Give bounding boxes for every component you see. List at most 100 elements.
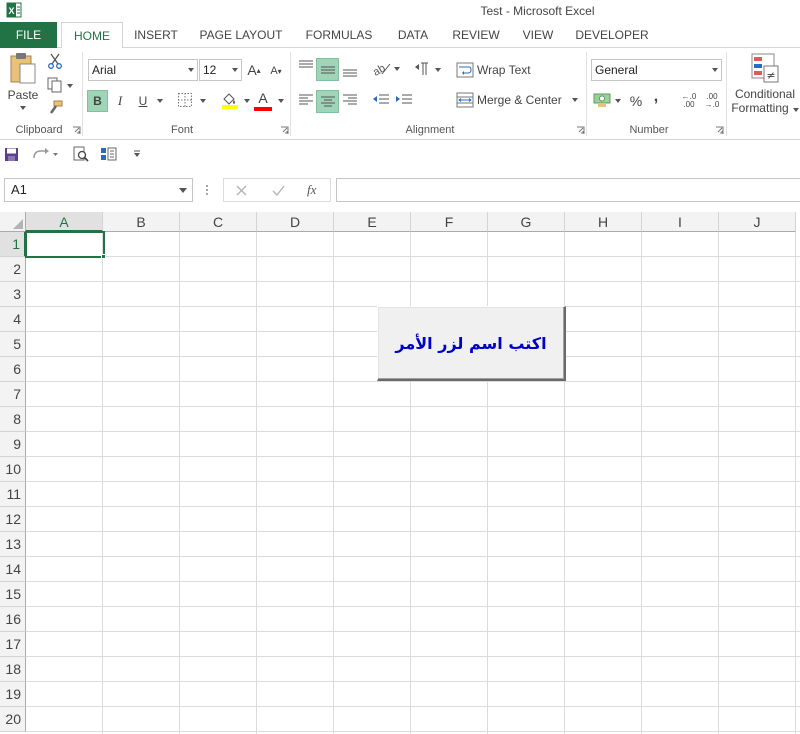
orientation-icon[interactable]: ab bbox=[372, 60, 402, 76]
column-header-j[interactable]: J bbox=[719, 212, 796, 232]
cut-icon[interactable] bbox=[47, 53, 63, 69]
row-header-8[interactable]: 8 bbox=[0, 407, 26, 432]
chevron-down-icon[interactable] bbox=[200, 99, 206, 103]
font-name-value: Arial bbox=[92, 63, 117, 77]
enter-check-icon[interactable] bbox=[272, 185, 285, 196]
merge-center-button[interactable]: Merge & Center bbox=[456, 90, 582, 110]
font-name-combo[interactable]: Arial bbox=[88, 59, 198, 81]
wrap-text-button[interactable]: Wrap Text bbox=[456, 60, 536, 80]
row-header-15[interactable]: 15 bbox=[0, 582, 26, 607]
align-center-button[interactable] bbox=[316, 90, 339, 113]
chevron-down-icon[interactable] bbox=[244, 99, 250, 103]
row-header-2[interactable]: 2 bbox=[0, 257, 26, 282]
font-size-combo[interactable]: 12 bbox=[199, 59, 242, 81]
formula-input[interactable] bbox=[336, 178, 800, 202]
fill-color-icon[interactable] bbox=[221, 91, 239, 109]
tab-formulas[interactable]: FORMULAS bbox=[300, 22, 378, 48]
row-header-11[interactable]: 11 bbox=[0, 482, 26, 507]
command-button[interactable]: اكتب اسم لزر الأمر bbox=[377, 306, 566, 381]
conditional-formatting-label-line2: Formatting bbox=[731, 101, 799, 115]
tab-developer[interactable]: DEVELOPER bbox=[572, 22, 652, 48]
column-header-g[interactable]: G bbox=[488, 212, 565, 232]
bold-button[interactable]: B bbox=[87, 90, 108, 112]
save-icon[interactable] bbox=[4, 147, 19, 162]
column-header-e[interactable]: E bbox=[334, 212, 411, 232]
row-header-13[interactable]: 13 bbox=[0, 532, 26, 557]
tab-review[interactable]: REVIEW bbox=[447, 22, 505, 48]
align-left-icon[interactable] bbox=[298, 93, 314, 107]
redo-icon[interactable] bbox=[31, 147, 59, 161]
row-header-3[interactable]: 3 bbox=[0, 282, 26, 307]
column-header-c[interactable]: C bbox=[180, 212, 257, 232]
percent-style-button[interactable]: % bbox=[628, 92, 644, 110]
fill-color-swatch bbox=[222, 105, 238, 109]
conditional-formatting-button[interactable]: ≠ Conditional Formatting bbox=[730, 52, 800, 122]
row-header-14[interactable]: 14 bbox=[0, 557, 26, 582]
tab-insert[interactable]: INSERT bbox=[128, 22, 184, 48]
italic-button[interactable]: I bbox=[111, 90, 129, 112]
chevron-down-icon[interactable] bbox=[278, 99, 284, 103]
column-header-h[interactable]: H bbox=[565, 212, 642, 232]
wrap-text-label: Wrap Text bbox=[477, 63, 531, 77]
drag-handle-icon[interactable] bbox=[205, 184, 209, 196]
dialog-launcher-icon[interactable] bbox=[715, 126, 724, 135]
row-header-10[interactable]: 10 bbox=[0, 457, 26, 482]
column-header-f[interactable]: F bbox=[411, 212, 488, 232]
column-header-i[interactable]: I bbox=[642, 212, 719, 232]
comma-style-button[interactable]: , bbox=[650, 88, 662, 106]
decrease-indent-icon[interactable] bbox=[372, 93, 390, 107]
row-header-12[interactable]: 12 bbox=[0, 507, 26, 532]
dialog-launcher-icon[interactable] bbox=[280, 126, 289, 135]
increase-indent-icon[interactable] bbox=[395, 93, 413, 107]
borders-icon[interactable] bbox=[178, 93, 192, 107]
fill-handle[interactable] bbox=[101, 254, 106, 259]
row-header-9[interactable]: 9 bbox=[0, 432, 26, 457]
align-right-icon[interactable] bbox=[342, 93, 358, 107]
row-header-20[interactable]: 20 bbox=[0, 707, 26, 732]
row-header-18[interactable]: 18 bbox=[0, 657, 26, 682]
tab-view[interactable]: VIEW bbox=[516, 22, 560, 48]
row-header-16[interactable]: 16 bbox=[0, 607, 26, 632]
tab-data[interactable]: DATA bbox=[390, 22, 436, 48]
tab-page-layout[interactable]: PAGE LAYOUT bbox=[195, 22, 287, 48]
decrease-decimal-button[interactable]: .00 →.0 bbox=[701, 90, 723, 112]
paste-button[interactable]: Paste bbox=[4, 52, 42, 118]
decrease-decimal-bottom: →.0 bbox=[704, 100, 720, 109]
dialog-launcher-icon[interactable] bbox=[576, 126, 585, 135]
shrink-font-button[interactable]: A ▾ bbox=[268, 62, 284, 80]
row-header-7[interactable]: 7 bbox=[0, 382, 26, 407]
name-box[interactable]: A1 bbox=[4, 178, 193, 202]
align-bottom-icon[interactable] bbox=[342, 61, 358, 77]
row-header-4[interactable]: 4 bbox=[0, 307, 26, 332]
select-all-button[interactable] bbox=[0, 212, 26, 232]
underline-button[interactable]: U bbox=[134, 90, 152, 112]
customize-toolbar-icon[interactable] bbox=[133, 150, 141, 158]
row-header-1[interactable]: 1 bbox=[0, 232, 26, 257]
increase-decimal-button[interactable]: ←.0 .00 bbox=[678, 90, 700, 112]
copy-icon[interactable] bbox=[47, 77, 73, 93]
align-top-icon[interactable] bbox=[298, 60, 314, 74]
row-header-6[interactable]: 6 bbox=[0, 357, 26, 382]
insert-function-button[interactable]: fx bbox=[307, 182, 316, 198]
chevron-down-icon[interactable] bbox=[157, 99, 163, 103]
print-preview-icon[interactable] bbox=[73, 146, 89, 162]
row-header-17[interactable]: 17 bbox=[0, 632, 26, 657]
column-header-a[interactable]: A bbox=[26, 212, 103, 232]
dialog-launcher-icon[interactable] bbox=[72, 126, 81, 135]
tab-file[interactable]: FILE bbox=[0, 22, 57, 48]
cancel-icon[interactable] bbox=[236, 185, 247, 196]
row-header-5[interactable]: 5 bbox=[0, 332, 26, 357]
column-header-b[interactable]: B bbox=[103, 212, 180, 232]
active-cell[interactable] bbox=[25, 231, 105, 258]
column-header-d[interactable]: D bbox=[257, 212, 334, 232]
font-color-button[interactable]: A bbox=[254, 89, 272, 107]
design-mode-icon[interactable] bbox=[100, 146, 118, 162]
align-middle-button[interactable] bbox=[316, 58, 339, 81]
accounting-format-icon[interactable] bbox=[593, 92, 623, 108]
format-painter-icon[interactable] bbox=[47, 100, 63, 116]
tab-home[interactable]: HOME bbox=[61, 22, 123, 49]
number-format-combo[interactable]: General bbox=[591, 59, 722, 81]
text-direction-icon[interactable] bbox=[413, 61, 443, 77]
grow-font-button[interactable]: A ▴ bbox=[246, 60, 262, 80]
row-header-19[interactable]: 19 bbox=[0, 682, 26, 707]
